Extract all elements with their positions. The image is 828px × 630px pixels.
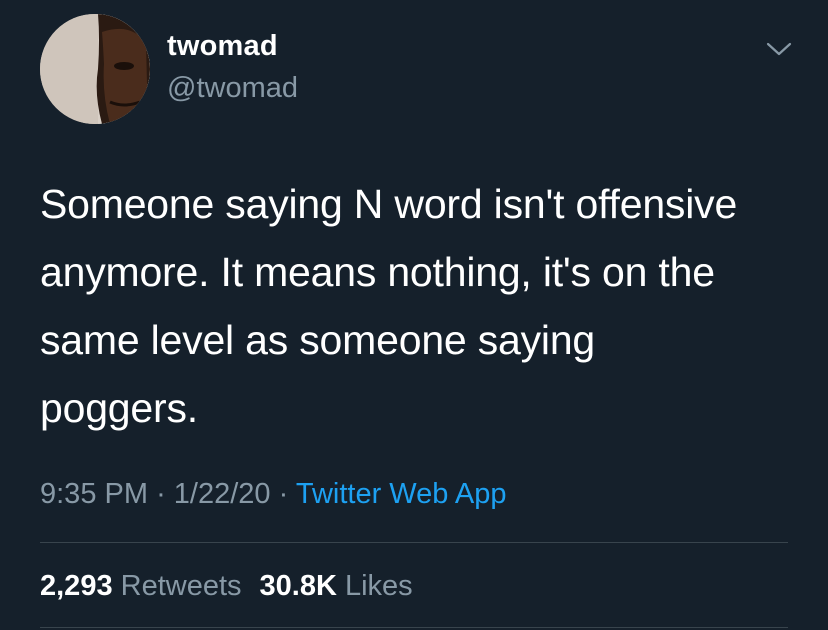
divider bbox=[40, 627, 788, 628]
tweet-detail: twomad @twomad Someone saying N word isn… bbox=[0, 0, 828, 630]
likes-label: Likes bbox=[344, 570, 413, 602]
retweets-stat[interactable]: 2,293 Retweets bbox=[40, 570, 242, 602]
divider bbox=[40, 542, 788, 543]
display-name[interactable]: twomad bbox=[167, 28, 278, 64]
tweet-meta: 9:35 PM · 1/22/20 · Twitter Web App bbox=[40, 474, 506, 514]
likes-count: 30.8K bbox=[259, 570, 337, 602]
tweet-stats: 2,293 Retweets 30.8K Likes bbox=[40, 566, 413, 606]
tweet-source-link[interactable]: Twitter Web App bbox=[296, 478, 507, 510]
retweets-count: 2,293 bbox=[40, 570, 113, 602]
tweet-text: Someone saying N word isn't offensive an… bbox=[40, 181, 738, 431]
tweet-date[interactable]: 1/22/20 bbox=[174, 478, 271, 510]
likes-stat[interactable]: 30.8K Likes bbox=[260, 570, 413, 602]
user-handle[interactable]: @twomad bbox=[167, 70, 298, 106]
avatar[interactable] bbox=[40, 14, 150, 124]
meta-separator: · bbox=[278, 478, 289, 510]
retweets-label: Retweets bbox=[120, 570, 242, 602]
avatar-image bbox=[40, 14, 150, 124]
meta-separator: · bbox=[156, 478, 166, 510]
tweet-time[interactable]: 9:35 PM bbox=[40, 478, 148, 510]
chevron-down-icon[interactable] bbox=[764, 38, 794, 60]
